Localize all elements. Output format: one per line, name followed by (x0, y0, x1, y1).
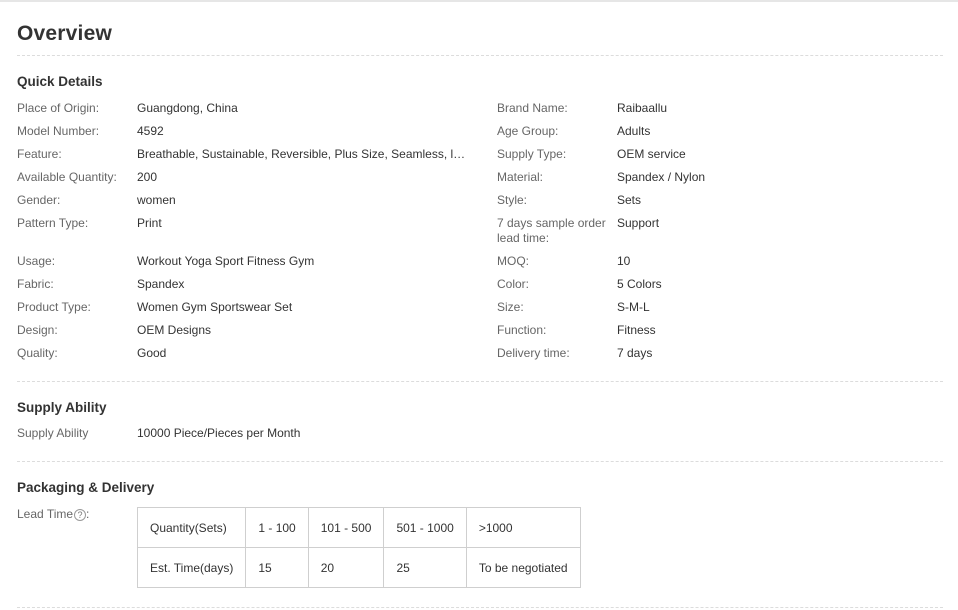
detail-label: Model Number: (17, 124, 100, 138)
table-cell: 501 - 1000 (383, 507, 467, 548)
detail-value: Print (137, 216, 162, 230)
detail-value: 5 Colors (617, 277, 662, 291)
table-cell: Est. Time(days) (136, 547, 247, 588)
lead-time-colon: : (86, 507, 90, 521)
detail-value: Workout Yoga Sport Fitness Gym (137, 254, 315, 268)
detail-label: Usage: (17, 254, 56, 268)
detail-label: Brand Name: (497, 101, 568, 115)
table-cell: 1 - 100 (245, 507, 309, 548)
detail-value: Fitness (617, 323, 656, 337)
table-row: Est. Time(days) 15 20 25 To be negotiate… (136, 547, 581, 588)
detail-label: Quality: (17, 346, 58, 360)
detail-label: Supply Type: (497, 147, 567, 161)
detail-label: Fabric: (17, 277, 54, 291)
detail-value: Spandex (137, 277, 185, 291)
lead-time-text: Lead Time (17, 507, 74, 521)
detail-label: Gender: (17, 193, 61, 207)
detail-value: 200 (137, 170, 158, 184)
lead-time-table: Quantity(Sets) 1 - 100 101 - 500 501 - 1… (136, 507, 581, 588)
detail-label: Style: (497, 193, 528, 207)
detail-value: Adults (617, 124, 651, 138)
table-cell: 101 - 500 (307, 507, 385, 548)
table-cell: >1000 (465, 507, 581, 548)
detail-label: Pattern Type: (17, 216, 89, 230)
packaging-delivery-heading: Packaging & Delivery (17, 480, 155, 495)
detail-value: Women Gym Sportswear Set (137, 300, 293, 314)
detail-label: Product Type: (17, 300, 91, 314)
detail-value: Good (137, 346, 167, 360)
detail-value: Sets (617, 193, 642, 207)
table-cell: 15 (245, 547, 309, 588)
lead-time-label: Lead Time?: (17, 507, 135, 522)
detail-label: 7 days sample order lead time: (497, 216, 606, 245)
detail-value: Breathable, Sustainable, Reversible, Plu… (137, 147, 467, 161)
detail-value: Guangdong, China (137, 101, 238, 115)
question-circle-icon[interactable]: ? (74, 508, 87, 521)
table-cell: 20 (307, 547, 385, 588)
detail-value: 7 days (617, 346, 653, 360)
table-cell: 25 (383, 547, 467, 588)
detail-label: Color: (497, 277, 530, 291)
detail-label: Age Group: (497, 124, 559, 138)
detail-value: Support (617, 216, 660, 230)
detail-value: women (137, 193, 176, 207)
divider (17, 381, 943, 382)
supply-ability-heading: Supply Ability (17, 400, 107, 415)
quick-details-heading: Quick Details (17, 74, 103, 89)
divider (17, 461, 943, 462)
detail-label: Material: (497, 170, 544, 184)
detail-value: 10 (617, 254, 631, 268)
divider (17, 607, 943, 608)
table-cell: To be negotiated (465, 547, 581, 588)
page-title: Overview (17, 22, 112, 45)
table-row: Quantity(Sets) 1 - 100 101 - 500 501 - 1… (136, 507, 581, 548)
divider (17, 55, 943, 56)
product-overview: Overview Quick Details Place of Origin: … (0, 0, 958, 610)
detail-label: Feature: (17, 147, 62, 161)
detail-label: Place of Origin: (17, 101, 100, 115)
detail-label: Delivery time: (497, 346, 570, 360)
detail-value: OEM service (617, 147, 686, 161)
supply-ability-value: 10000 Piece/Pieces per Month (137, 426, 301, 440)
supply-ability-label: Supply Ability (17, 426, 89, 440)
detail-value: Spandex / Nylon (617, 170, 706, 184)
detail-label: Available Quantity: (17, 170, 117, 184)
detail-label: MOQ: (497, 254, 529, 268)
detail-label: Function: (497, 323, 547, 337)
detail-label: Size: (497, 300, 524, 314)
detail-label: Design: (17, 323, 58, 337)
detail-value: 4592 (137, 124, 164, 138)
table-cell: Quantity(Sets) (136, 507, 247, 548)
detail-value: S-M-L (617, 300, 650, 314)
detail-value: Raibaallu (617, 101, 668, 115)
detail-value: OEM Designs (137, 323, 212, 337)
